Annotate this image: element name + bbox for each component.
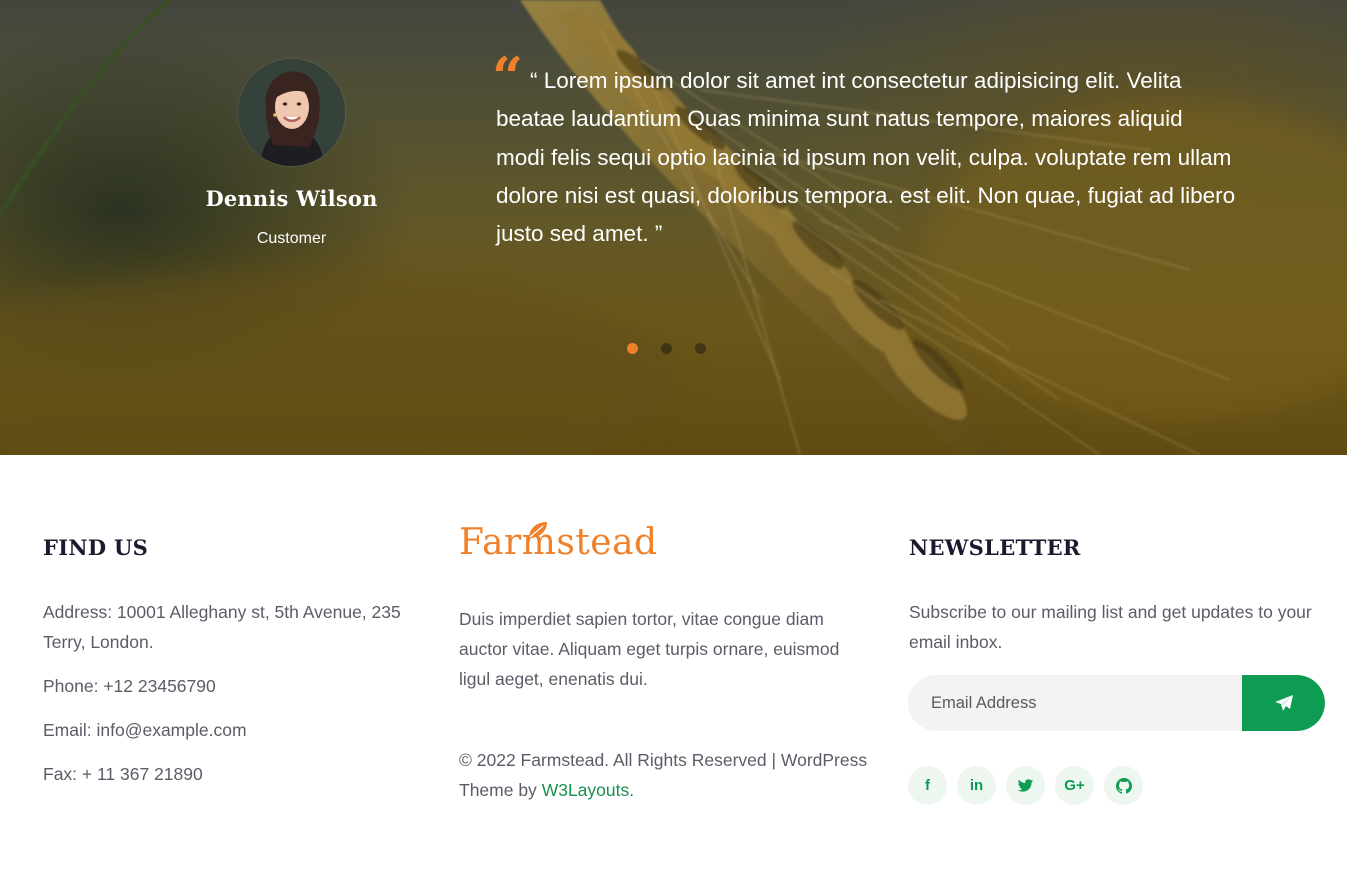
google-plus-glyph: G+ [1064,777,1085,794]
social-links: f in G+ [908,766,1143,805]
leaf-icon [529,522,547,538]
carousel-dot-2[interactable] [661,343,672,354]
facebook-glyph: f [925,777,930,794]
testimonial-section: Dennis Wilson Customer “ “ Lorem ipsum d… [0,0,1347,455]
carousel-dots [627,343,706,354]
w3layouts-link[interactable]: W3Layouts. [542,780,634,800]
brand-description: Duis imperdiet sapien tortor, vitae cong… [459,609,840,689]
github-icon[interactable] [1104,766,1143,805]
linkedin-glyph: in [969,777,984,794]
newsletter-form [908,675,1325,731]
github-octocat-shape [1115,777,1132,794]
logo-text: Farmstead [459,522,658,563]
copyright-label: © 2022 Farmstead. All Rights Reserved | … [459,750,868,800]
customer-name: Dennis Wilson [205,186,378,211]
find-us-heading: FIND US [43,535,149,560]
customer-avatar [238,59,345,166]
email-input[interactable] [908,675,1242,731]
contact-fax: Fax: + 11 367 21890 [43,764,203,784]
paper-plane-icon [1274,695,1293,711]
subscribe-button[interactable] [1242,675,1325,731]
twitter-bird-shape [1017,778,1034,792]
customer-portrait-image [238,59,345,166]
google-plus-icon[interactable]: G+ [1055,766,1094,805]
newsletter-heading: NEWSLETTER [909,535,1081,560]
contact-address: Address: 10001 Alleghany st, 5th Avenue,… [43,602,401,652]
copyright-text: © 2022 Farmstead. All Rights Reserved | … [459,745,869,805]
testimonial-quote: “ Lorem ipsum dolor sit amet int consect… [496,68,1236,247]
newsletter-description: Subscribe to our mailing list and get up… [909,602,1312,652]
contact-phone: Phone: +12 23456790 [43,676,216,696]
facebook-icon[interactable]: f [908,766,947,805]
contact-email: Email: info@example.com [43,720,247,740]
carousel-dot-1[interactable] [627,343,638,354]
linkedin-icon[interactable]: in [957,766,996,805]
carousel-dot-3[interactable] [695,343,706,354]
twitter-icon[interactable] [1006,766,1045,805]
customer-role: Customer [256,230,327,247]
farmstead-logo[interactable]: Farmstead [459,518,658,568]
